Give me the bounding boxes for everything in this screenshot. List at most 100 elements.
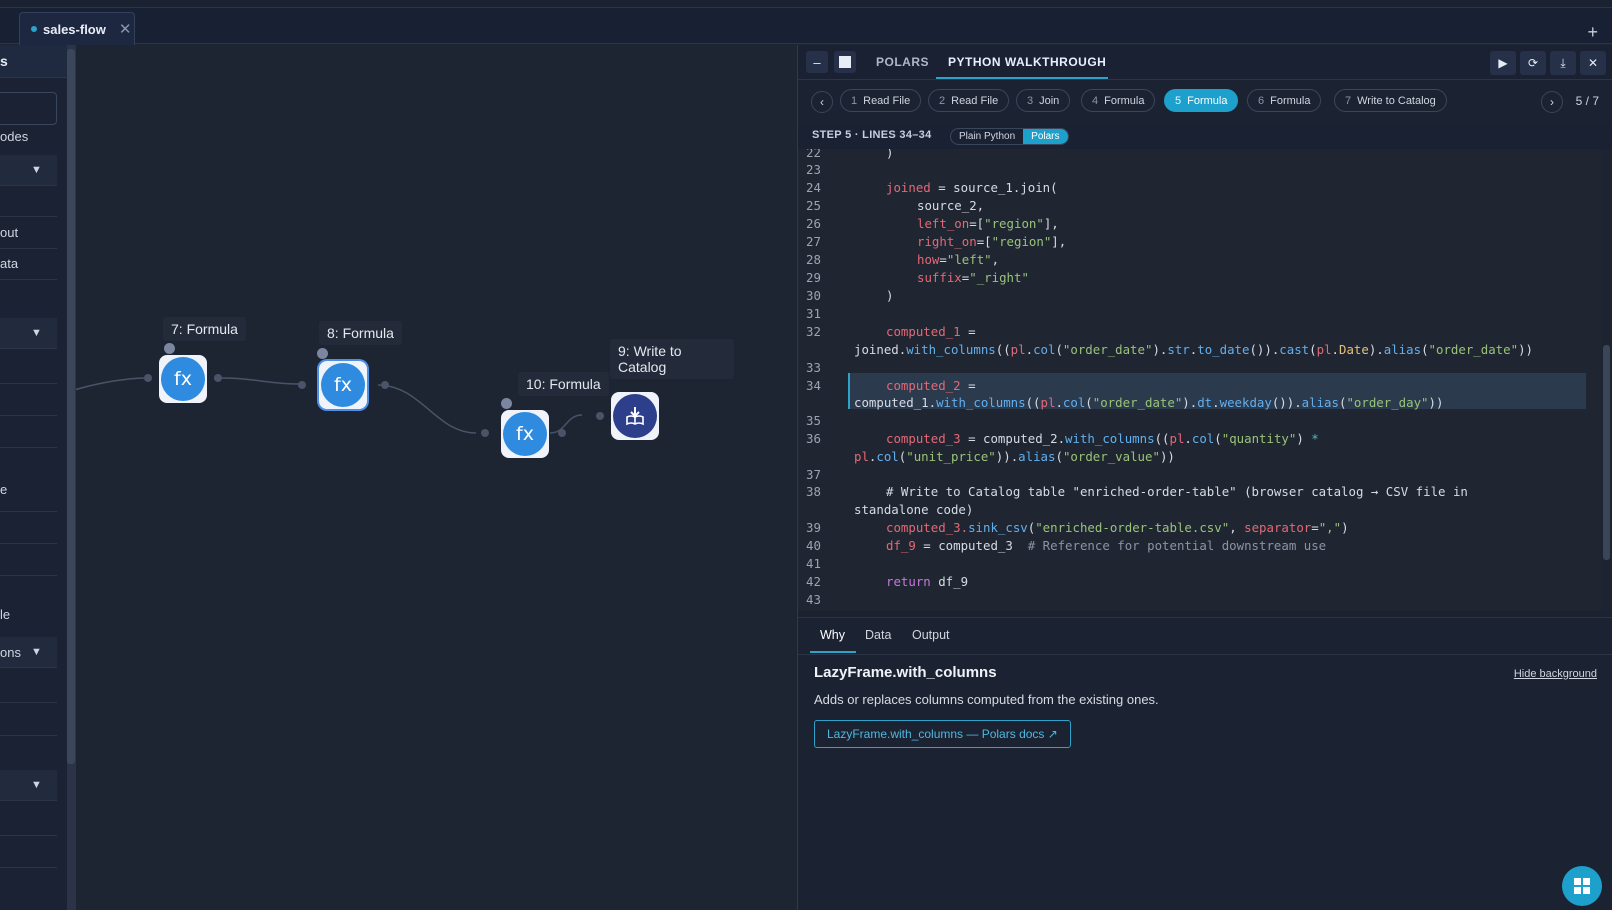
- line-number: 42: [806, 574, 821, 589]
- node-input-port[interactable]: [481, 429, 489, 437]
- sidebar-category-row[interactable]: [0, 155, 57, 186]
- code-line: computed_2 =: [886, 378, 976, 393]
- flow-canvas[interactable]: 7: Formula fx 8: Formula fx 10: Formula …: [76, 45, 796, 910]
- active-tab-indicator: [810, 651, 856, 653]
- line-number: 27: [806, 234, 821, 249]
- step-label: Join: [1039, 94, 1060, 107]
- line-number: 30: [806, 288, 821, 303]
- tab-why[interactable]: Why: [820, 628, 845, 642]
- node-port[interactable]: [317, 348, 328, 359]
- minimize-button[interactable]: –: [806, 51, 828, 73]
- line-number: 37: [806, 467, 821, 482]
- code-line: joined.with_columns((pl.col("order_date"…: [854, 342, 1533, 357]
- code-line: computed_3 = computed_2.with_columns((pl…: [886, 431, 1319, 446]
- sidebar-item[interactable]: ata: [0, 256, 18, 271]
- step-chip-5[interactable]: 5 Formula: [1164, 89, 1239, 112]
- close-tab-icon[interactable]: ✕: [119, 20, 132, 38]
- code-line: left_on=["region"],: [917, 216, 1059, 231]
- node-input-port[interactable]: [144, 374, 152, 382]
- line-number: 28: [806, 252, 821, 267]
- new-tab-button[interactable]: +: [1587, 22, 1598, 43]
- close-panel-button[interactable]: ✕: [1580, 51, 1606, 75]
- divider: [0, 543, 57, 544]
- maximize-button[interactable]: [834, 51, 856, 73]
- refresh-button[interactable]: ⟳: [1520, 51, 1546, 75]
- run-button[interactable]: ▶: [1490, 51, 1516, 75]
- sidebar-item[interactable]: out: [0, 225, 18, 240]
- step-chip-6[interactable]: 6 Formula: [1247, 89, 1322, 112]
- formula-icon: fx: [321, 363, 365, 407]
- step-label: Formula: [1187, 94, 1228, 107]
- node-input-port[interactable]: [596, 412, 604, 420]
- chevron-down-icon[interactable]: ▼: [31, 164, 42, 176]
- step-header: STEP 5 · LINES 34–34 Plain Python Polars: [798, 125, 1612, 149]
- line-number: 26: [806, 216, 821, 231]
- step-navigator: ‹ 1 Read File 2 Read File 3 Join 4 Formula 5…: [798, 81, 1612, 125]
- node-output-port[interactable]: [214, 374, 222, 382]
- node-port[interactable]: [501, 398, 512, 409]
- sidebar-item[interactable]: le: [0, 607, 10, 622]
- step-chip-1[interactable]: 1 Read File: [840, 89, 922, 112]
- tab-data[interactable]: Data: [865, 628, 891, 642]
- code-style-toggle[interactable]: Plain Python Polars: [950, 128, 1069, 145]
- tab-sales-flow[interactable]: sales-flow ✕: [19, 12, 135, 45]
- hide-background-link[interactable]: Hide background: [1514, 668, 1597, 680]
- node-output-port[interactable]: [381, 381, 389, 389]
- chevron-down-icon[interactable]: ▼: [31, 327, 42, 339]
- tab-python-walkthrough[interactable]: PYTHON WALKTHROUGH: [948, 55, 1106, 69]
- polars-option[interactable]: Polars: [1023, 129, 1068, 144]
- formula-node-7[interactable]: fx: [159, 355, 207, 403]
- formula-node-10[interactable]: fx: [501, 410, 549, 458]
- sidebar-category-row[interactable]: [0, 318, 57, 349]
- unsaved-dot-icon: [31, 26, 37, 32]
- plain-python-option[interactable]: Plain Python: [951, 129, 1023, 144]
- chevron-down-icon[interactable]: ▼: [31, 646, 42, 658]
- step-chip-3[interactable]: 3 Join: [1016, 89, 1071, 112]
- node-9-label-line1: 9: Write to: [618, 343, 682, 359]
- step-chip-4[interactable]: 4 Formula: [1081, 89, 1156, 112]
- sidebar-search-input[interactable]: [0, 92, 57, 125]
- node-input-port[interactable]: [298, 381, 306, 389]
- next-step-button[interactable]: ›: [1541, 91, 1563, 113]
- top-strip: [0, 0, 1612, 8]
- sidebar-item[interactable]: e: [0, 482, 7, 497]
- sidebar-item[interactable]: ons: [0, 645, 21, 660]
- step-number: 1: [851, 94, 858, 107]
- grid-menu-button[interactable]: [1562, 866, 1602, 906]
- line-number: 29: [806, 270, 821, 285]
- tab-polars[interactable]: POLARS: [876, 55, 929, 69]
- line-number: 25: [806, 198, 821, 213]
- chevron-down-icon[interactable]: ▼: [31, 779, 42, 791]
- polars-docs-link[interactable]: LazyFrame.with_columns — Polars docs ↗: [814, 720, 1071, 748]
- code-line: ): [886, 288, 894, 303]
- formula-icon: fx: [161, 357, 205, 401]
- prev-step-button[interactable]: ‹: [811, 91, 833, 113]
- step-chip-7[interactable]: 7 Write to Catalog: [1334, 89, 1447, 112]
- formula-node-8[interactable]: fx: [319, 361, 367, 409]
- code-line: computed_1 =: [886, 324, 976, 339]
- divider: [0, 248, 57, 249]
- sidebar-scroll-thumb[interactable]: [67, 49, 75, 764]
- divider: [0, 835, 57, 836]
- code-line: joined = source_1.join(: [886, 180, 1058, 195]
- sidebar-title: s: [0, 45, 75, 78]
- tab-label: sales-flow: [43, 21, 106, 37]
- divider: [0, 575, 57, 576]
- download-button[interactable]: ⤓: [1550, 51, 1576, 75]
- node-output-port[interactable]: [558, 429, 566, 437]
- code-line: pl.col("unit_price")).alias("order_value…: [854, 449, 1175, 464]
- python-walkthrough-panel: – POLARS PYTHON WALKTHROUGH ▶ ⟳ ⤓ ✕ ‹ 1R…: [797, 45, 1612, 910]
- sidebar-text: odes: [0, 129, 29, 144]
- book-download-icon: [613, 394, 657, 438]
- node-port[interactable]: [164, 343, 175, 354]
- line-number: 23: [806, 162, 821, 177]
- sidebar-category-row[interactable]: [0, 770, 57, 801]
- write-to-catalog-node-9[interactable]: [611, 392, 659, 440]
- tab-output[interactable]: Output: [912, 628, 950, 642]
- step-number: 5: [1175, 94, 1182, 107]
- code-scroll-thumb[interactable]: [1603, 345, 1610, 560]
- active-tab-indicator: [936, 77, 1108, 79]
- step-chip-2[interactable]: 2 Read File: [928, 89, 1010, 112]
- node-10-label: 10: Formula: [518, 372, 609, 396]
- formula-icon: fx: [503, 412, 547, 456]
